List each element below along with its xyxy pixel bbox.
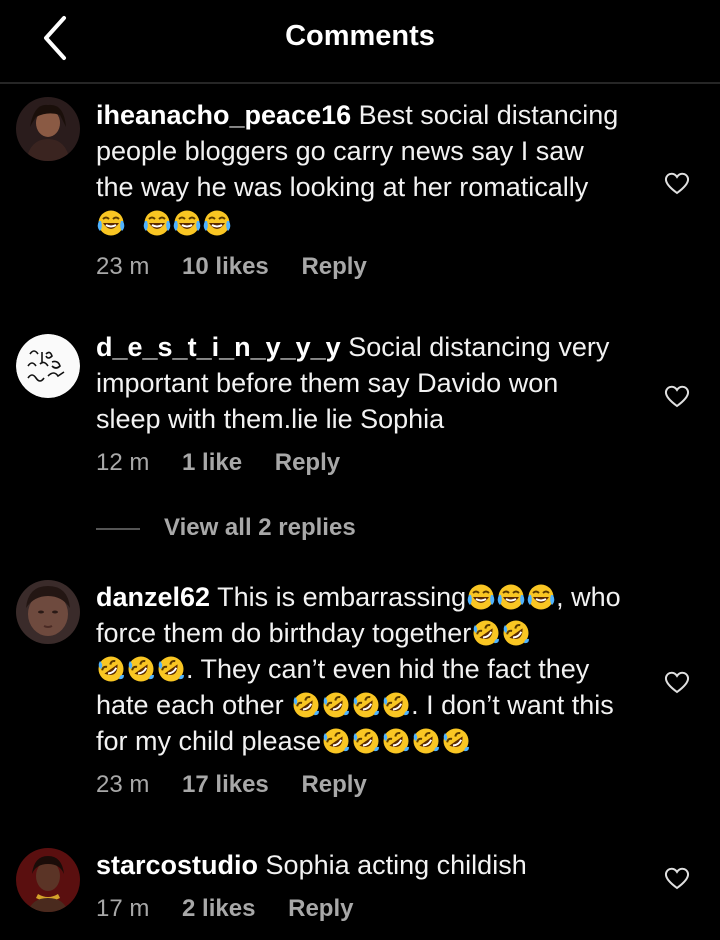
reply-button[interactable]: Reply (301, 771, 366, 798)
comment-meta: 23 m 10 likes Reply (96, 253, 393, 281)
divider (96, 528, 140, 530)
avatar[interactable] (16, 97, 80, 161)
rofl-emoji-icon (97, 655, 125, 683)
avatar[interactable] (16, 334, 80, 398)
likes-count[interactable]: 10 likes (182, 253, 269, 280)
reply-button[interactable]: Reply (288, 895, 353, 922)
comment-body: Sophia acting childish (265, 850, 527, 880)
comment-timestamp: 17 m (96, 895, 150, 922)
laughing-emoji-icon (97, 209, 125, 237)
comment-text: starcostudio Sophia acting childish (96, 847, 626, 883)
likes-count[interactable]: 2 likes (182, 895, 255, 922)
rofl-emoji-icon (502, 619, 530, 647)
comment-username[interactable]: iheanacho_peace16 (96, 100, 351, 130)
likes-count[interactable]: 1 like (182, 449, 242, 476)
rofl-emoji-icon (352, 691, 380, 719)
laughing-emoji-icon (497, 583, 525, 611)
view-replies[interactable]: View all 2 replies (96, 514, 496, 546)
avatar[interactable] (16, 848, 80, 912)
comment-username[interactable]: danzel62 (96, 582, 210, 612)
comment-username[interactable]: d_e_s_t_i_n_y_y_y (96, 332, 341, 362)
comment-body: This is embarrassing (217, 582, 467, 612)
laughing-emoji-icon (173, 209, 201, 237)
heart-icon[interactable] (664, 866, 690, 890)
heart-icon[interactable] (664, 384, 690, 408)
comment-text: iheanacho_peace16 Best social distancing… (96, 97, 626, 241)
heart-icon[interactable] (664, 171, 690, 195)
rofl-emoji-icon (292, 691, 320, 719)
reply-button[interactable]: Reply (275, 449, 340, 476)
rofl-emoji-icon (157, 655, 185, 683)
rofl-emoji-icon (127, 655, 155, 683)
page-title: Comments (285, 20, 435, 52)
reply-button[interactable]: Reply (301, 253, 366, 280)
comment-username[interactable]: starcostudio (96, 850, 258, 880)
laughing-emoji-icon (467, 583, 495, 611)
comment-text: danzel62 This is embarrassing, who force… (96, 579, 626, 759)
likes-count[interactable]: 17 likes (182, 771, 269, 798)
laughing-emoji-icon (143, 209, 171, 237)
header: Comments (0, 0, 720, 84)
view-replies-link[interactable]: View all 2 replies (164, 514, 356, 542)
rofl-emoji-icon (382, 727, 410, 755)
comment-timestamp: 23 m (96, 771, 150, 798)
rofl-emoji-icon (412, 727, 440, 755)
rofl-emoji-icon (322, 691, 350, 719)
comment-meta: 12 m 1 like Reply (96, 449, 366, 477)
rofl-emoji-icon (472, 619, 500, 647)
comment-meta: 17 m 2 likes Reply (96, 895, 379, 923)
avatar[interactable] (16, 580, 80, 644)
comment-timestamp: 12 m (96, 449, 150, 476)
laughing-emoji-icon (527, 583, 555, 611)
rofl-emoji-icon (322, 727, 350, 755)
rofl-emoji-icon (442, 727, 470, 755)
laughing-emoji-icon (203, 209, 231, 237)
comment-meta: 23 m 17 likes Reply (96, 771, 393, 799)
rofl-emoji-icon (382, 691, 410, 719)
comment-timestamp: 23 m (96, 253, 150, 280)
rofl-emoji-icon (352, 727, 380, 755)
comment-text: d_e_s_t_i_n_y_y_y Social distancing very… (96, 329, 626, 437)
heart-icon[interactable] (664, 670, 690, 694)
